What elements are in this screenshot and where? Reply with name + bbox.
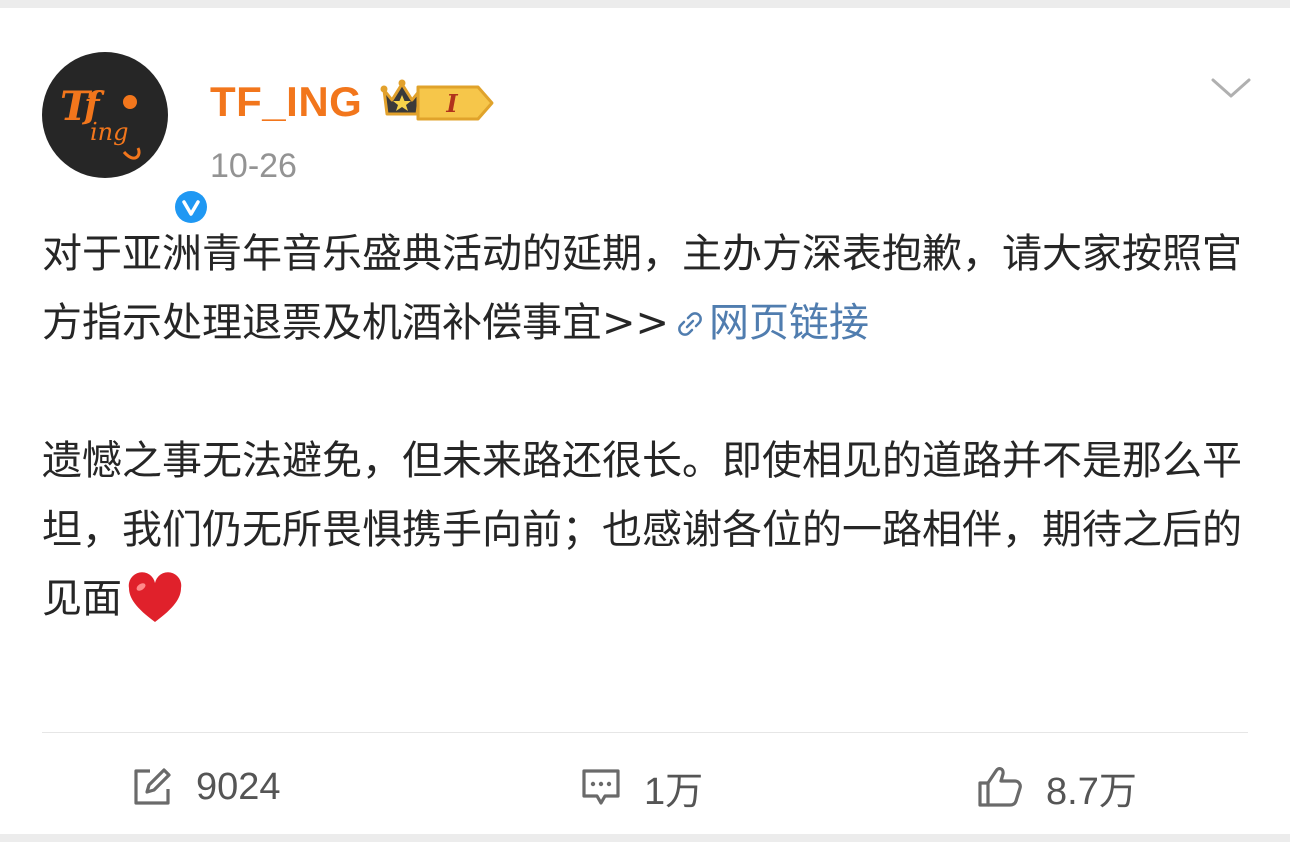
web-link[interactable]: 网页链接: [669, 300, 869, 346]
thumbs-up-icon: [978, 767, 1022, 807]
post-paragraph-text: 遗憾之事无法避免，但未来路还很长。即使相见的道路并不是那么平坦，我们仍无所畏惧携…: [42, 438, 1242, 622]
post-paragraph: 遗憾之事无法避免，但未来路还很长。即使相见的道路并不是那么平坦，我们仍无所畏惧携…: [42, 427, 1248, 634]
divider: [42, 732, 1248, 733]
repost-edit-icon: [134, 768, 171, 805]
like-count: 8.7万: [1046, 770, 1137, 813]
comment-button[interactable]: 1万: [580, 760, 703, 814]
link-icon: [678, 312, 702, 336]
web-link-label: 网页链接: [709, 300, 870, 346]
post-paragraph: 对于亚洲青年音乐盛典活动的延期，主办方深表抱歉，请大家按照官方指示处理退票及机酒…: [42, 220, 1248, 358]
post-content: 对于亚洲青年音乐盛典活动的延期，主办方深表抱歉，请大家按照官方指示处理退票及机酒…: [42, 220, 1248, 634]
username[interactable]: TF_ING: [210, 74, 362, 130]
comment-count: 1万: [644, 770, 704, 813]
post-date: 10-26: [210, 147, 297, 185]
red-heart-icon: [128, 572, 182, 622]
repost-count: 9024: [196, 765, 281, 808]
weibo-post-card: T f ing TF_ING I 10-26 对于亚洲青年音乐盛典活动的延期，主…: [0, 0, 1290, 842]
chevron-down-icon[interactable]: [1210, 74, 1252, 104]
vip-level-badge[interactable]: I: [414, 84, 496, 122]
tf-ing-logo: T f ing: [60, 83, 141, 160]
like-button[interactable]: 8.7万: [976, 760, 1137, 814]
avatar[interactable]: T f ing: [42, 52, 211, 227]
repost-button[interactable]: 9024: [130, 760, 281, 814]
post-paragraph-text: 对于亚洲青年音乐盛典活动的延期，主办方深表抱歉，请大家按照官方指示处理退票及机酒…: [42, 231, 1242, 346]
svg-text:ing: ing: [90, 118, 129, 146]
verified-check-icon: [175, 191, 207, 223]
comment-icon: [582, 769, 620, 805]
svg-text:I: I: [445, 89, 458, 118]
